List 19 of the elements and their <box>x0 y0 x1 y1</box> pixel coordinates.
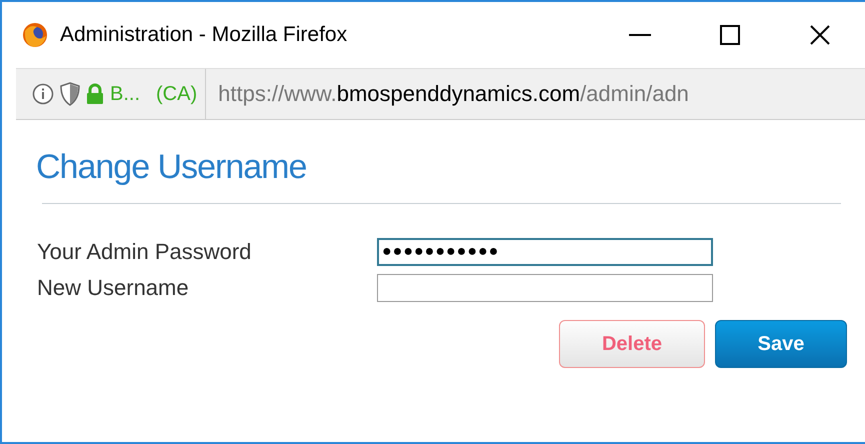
maximize-icon <box>720 25 740 45</box>
minimize-icon <box>629 34 651 36</box>
input-field[interactable]: ●●●●●●●●●●● <box>377 238 713 266</box>
url-text[interactable]: https://www.bmospenddynamics.com/admin/adn <box>206 81 865 107</box>
address-bar[interactable]: B... (CA) https://www.bmospenddynamics.com/admin/adn <box>16 68 865 120</box>
browser-logo-icon <box>22 22 48 48</box>
window-title: Administration - Mozilla Firefox <box>60 23 348 47</box>
field-label: Your Admin Password <box>36 239 252 265</box>
field-label: New Username <box>36 275 190 301</box>
save-button[interactable]: Save <box>715 320 847 368</box>
input-field[interactable] <box>377 274 713 302</box>
shield-icon[interactable] <box>60 82 80 106</box>
info-icon[interactable] <box>32 83 54 105</box>
lock-icon <box>86 83 104 105</box>
site-identity[interactable]: B... <box>110 82 140 106</box>
site-country[interactable]: (CA) <box>156 82 198 106</box>
page-heading: Change Username <box>36 148 308 187</box>
delete-button[interactable]: Delete <box>559 320 705 368</box>
close-icon <box>810 25 830 45</box>
